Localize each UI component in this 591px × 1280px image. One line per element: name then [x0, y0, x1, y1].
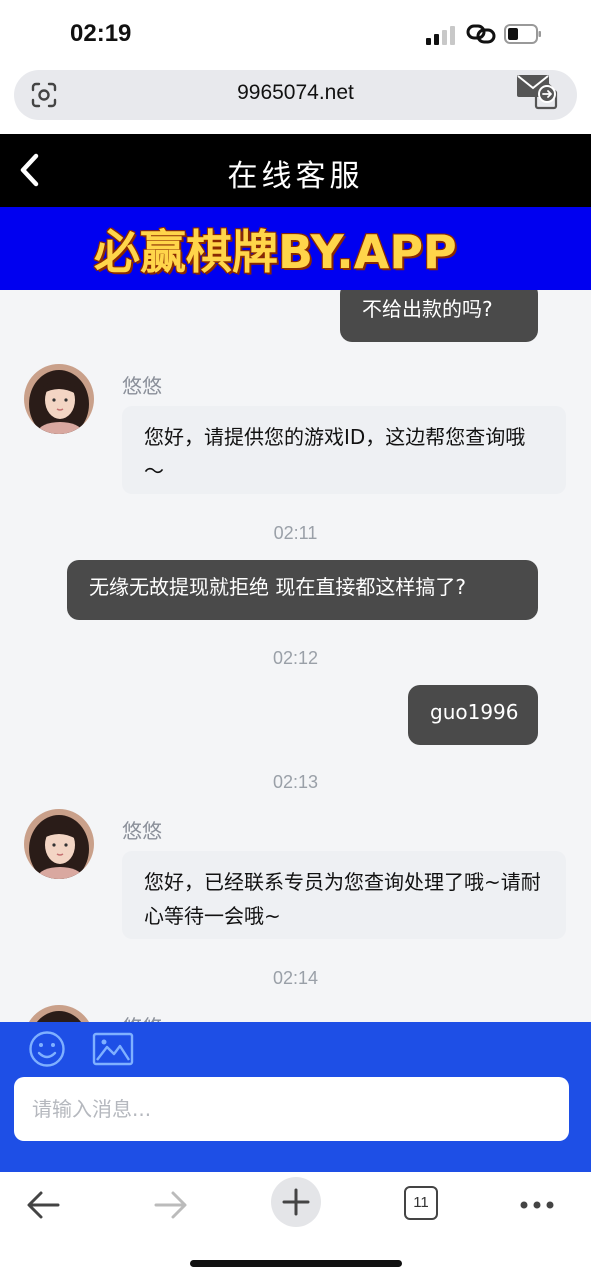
timestamp: 02:11: [273, 523, 318, 543]
app-header: 在线客服: [0, 134, 591, 207]
outgoing-message: 无缘无故提现就拒绝 现在直接都这样搞了?: [67, 560, 538, 620]
promo-banner: 必赢棋牌BY.APP: [0, 207, 591, 290]
signal-icon: [426, 25, 458, 45]
banner-logo-text: 必赢棋牌BY.APP: [94, 225, 457, 279]
emoji-icon[interactable]: [28, 1030, 66, 1068]
outgoing-message: 不给出款的吗?: [340, 290, 538, 342]
link-icon: [466, 24, 496, 44]
outgoing-message: guo1996: [408, 685, 538, 745]
incoming-message: 您好，已经联系专员为您查询处理了哦~请耐心等待一会哦~: [122, 851, 566, 939]
back-arrow-icon[interactable]: [24, 1180, 64, 1230]
chat-messages[interactable]: 不给出款的吗? 悠悠 您好，请提供您的游戏ID，这边帮您查询哦～ 02:11 无…: [0, 290, 591, 1022]
status-time: 02:19: [70, 20, 132, 47]
more-options-icon[interactable]: [518, 1180, 556, 1230]
status-bar: 02:19: [0, 0, 591, 70]
agent-avatar: [24, 364, 94, 434]
address-bar[interactable]: 9965074.net: [14, 70, 577, 120]
timestamp: 02:12: [272, 648, 319, 668]
home-indicator: [190, 1260, 402, 1267]
incoming-message: 您好，请提供您的游戏ID，这边帮您查询哦～: [122, 406, 566, 494]
tabs-button[interactable]: 11: [404, 1186, 438, 1220]
browser-address-area: 9965074.net: [0, 70, 591, 134]
tab-count: 11: [413, 1194, 429, 1211]
send-mail-icon[interactable]: [516, 72, 556, 104]
page-title: 在线客服: [227, 159, 364, 194]
url-text: 9965074.net: [237, 81, 354, 104]
battery-icon: [504, 24, 541, 44]
agent-name: 悠悠: [122, 1011, 162, 1022]
agent-avatar: [24, 1005, 94, 1022]
timestamp: 02:14: [272, 968, 319, 988]
agent-name: 悠悠: [122, 819, 162, 843]
forward-arrow-icon[interactable]: [150, 1180, 190, 1230]
agent-avatar: [24, 809, 94, 879]
agent-name: 悠悠: [122, 374, 162, 398]
timestamp: 02:13: [272, 772, 319, 792]
browser-toolbar: 11: [0, 1172, 591, 1280]
new-tab-plus-icon[interactable]: [270, 1176, 322, 1228]
message-input-panel: [0, 1022, 591, 1172]
image-upload-icon[interactable]: [92, 1032, 134, 1066]
message-input[interactable]: [14, 1077, 569, 1141]
